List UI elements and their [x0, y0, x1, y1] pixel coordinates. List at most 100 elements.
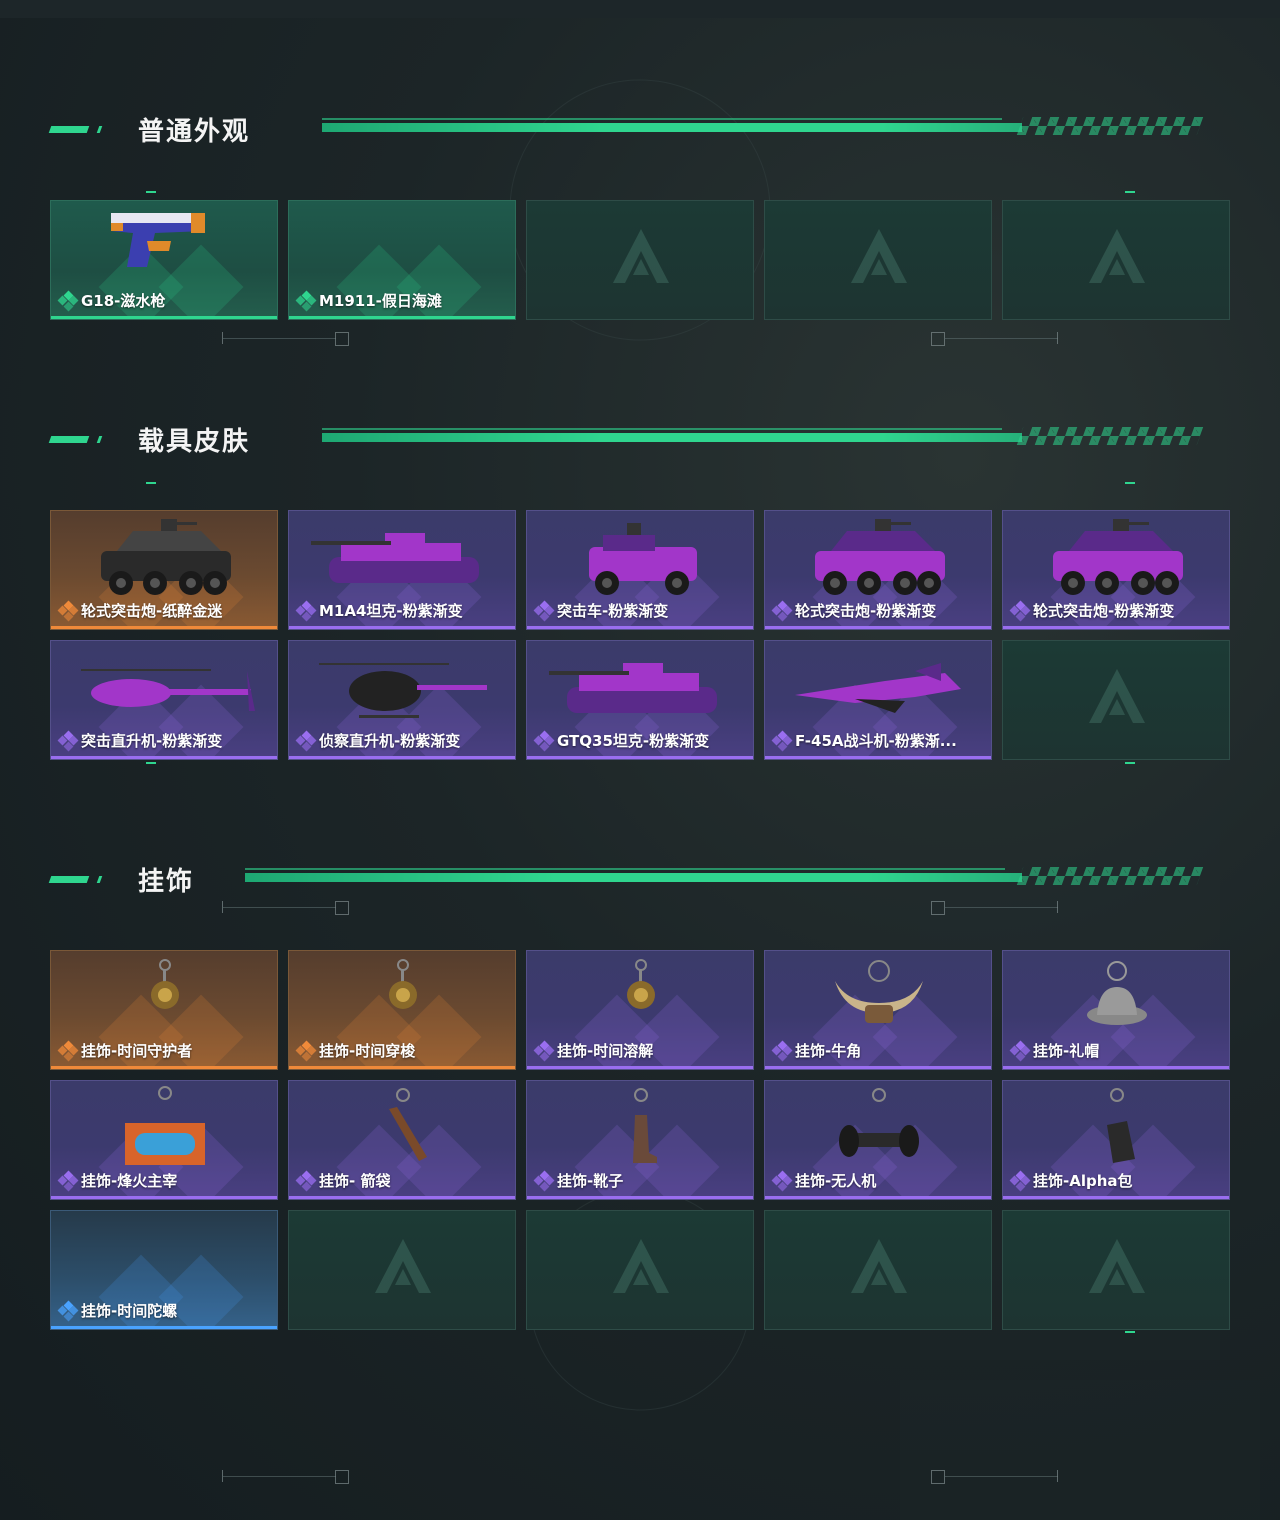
item-card[interactable]: M1911-假日海滩 — [288, 200, 516, 320]
item-label: M1911-假日海滩 — [295, 290, 442, 311]
deco-line — [944, 907, 1058, 908]
item-label: 挂饰-时间陀螺 — [57, 1300, 178, 1321]
item-card[interactable]: 挂饰-牛角 — [764, 950, 992, 1070]
charms-grid: 挂饰-时间守护者 挂饰-时间穿梭 挂饰-时间溶解 挂饰-牛角 挂饰-礼帽 挂饰-烽火主宰挂… — [50, 950, 1230, 1330]
charm-image — [627, 959, 655, 1009]
rarity-diamond-icon — [533, 1170, 555, 1191]
top-bar — [0, 0, 1280, 18]
corner-tick — [146, 762, 156, 764]
rarity-diamond-icon — [57, 290, 79, 311]
armored-car-image — [1053, 519, 1183, 595]
deco-tick — [1057, 901, 1058, 913]
placeholder-emblem-icon — [375, 1239, 431, 1293]
placeholder-emblem-icon — [1089, 229, 1145, 283]
attack-helicopter-image — [81, 669, 255, 711]
item-label: 挂饰-牛角 — [771, 1040, 861, 1061]
item-card[interactable]: 挂饰-时间陀螺 — [50, 1210, 278, 1330]
item-card[interactable]: F-45A战斗机-粉紫渐... — [764, 640, 992, 760]
item-name: 挂饰-时间守护者 — [81, 1042, 193, 1060]
deco-box — [335, 1470, 349, 1484]
item-label: M1A4坦克-粉紫渐变 — [295, 600, 463, 621]
rarity-diamond-icon — [295, 1170, 317, 1191]
section-header-normal-appearance: 普通外观 — [48, 115, 1230, 147]
drone-charm-image — [839, 1088, 919, 1157]
item-card[interactable]: G18-滋水枪 — [50, 200, 278, 320]
item-card[interactable]: 挂饰-靴子 — [526, 1080, 754, 1200]
header-line-thin — [322, 118, 1002, 120]
section-title: 载具皮肤 — [138, 427, 251, 457]
item-card[interactable]: 轮式突击炮-粉紫渐变 — [764, 510, 992, 630]
rarity-diamond-icon — [533, 600, 555, 621]
item-card[interactable]: M1A4坦克-粉紫渐变 — [288, 510, 516, 630]
rarity-diamond-icon — [295, 730, 317, 751]
item-name: 挂饰-靴子 — [557, 1172, 624, 1190]
empty-slot-card — [1002, 1210, 1230, 1330]
item-label: 挂饰-时间守护者 — [57, 1040, 193, 1061]
bag-charm-image — [1107, 1088, 1135, 1163]
item-card[interactable]: GTQ35坦克-粉紫渐变 — [526, 640, 754, 760]
item-label: 轮式突击炮-粉紫渐变 — [771, 600, 936, 621]
item-card[interactable]: 挂饰-时间穿梭 — [288, 950, 516, 1070]
empty-slot-card — [288, 1210, 516, 1330]
rarity-diamond-icon — [57, 1300, 79, 1321]
item-label: 挂饰-礼帽 — [1009, 1040, 1100, 1061]
item-name: 挂饰-礼帽 — [1033, 1042, 1100, 1060]
item-label: 挂饰-Alpha包 — [1009, 1170, 1133, 1191]
item-card[interactable]: 挂饰-时间溶解 — [526, 950, 754, 1070]
item-card[interactable]: 挂饰- 箭袋 — [288, 1080, 516, 1200]
tank-image — [549, 663, 717, 713]
header-accent-bar — [48, 436, 90, 443]
item-name: 挂饰-Alpha包 — [1033, 1172, 1133, 1190]
empty-slot-card — [1002, 200, 1230, 320]
item-name: 挂饰- 箭袋 — [319, 1172, 391, 1190]
hat-charm-image — [1087, 961, 1147, 1025]
charm-image — [389, 959, 417, 1009]
pistol-image — [111, 213, 205, 267]
rarity-diamond-icon — [771, 1170, 793, 1191]
item-name: GTQ35坦克-粉紫渐变 — [557, 732, 710, 750]
item-name: 侦察直升机-粉紫渐变 — [319, 732, 461, 750]
item-card[interactable]: 轮式突击炮-纸醉金迷 — [50, 510, 278, 630]
rarity-diamond-icon — [57, 730, 79, 751]
rarity-diamond-icon — [1009, 600, 1031, 621]
header-accent-mark — [96, 436, 103, 443]
header-accent-mark — [96, 126, 103, 133]
item-card[interactable]: 挂饰-烽火主宰 — [50, 1080, 278, 1200]
item-card[interactable]: 突击直升机-粉紫渐变 — [50, 640, 278, 760]
section-header-charms: 挂饰 — [48, 865, 1230, 897]
item-name: 突击车-粉紫渐变 — [557, 602, 669, 620]
placeholder-emblem-icon — [1089, 1239, 1145, 1293]
rarity-diamond-icon — [771, 1040, 793, 1061]
item-card[interactable]: 挂饰-时间守护者 — [50, 950, 278, 1070]
rarity-diamond-icon — [57, 1170, 79, 1191]
deco-box — [931, 1470, 945, 1484]
armored-car-image — [101, 519, 231, 595]
corner-tick — [1125, 191, 1135, 193]
item-label: 挂饰-烽火主宰 — [57, 1170, 177, 1191]
item-card[interactable]: 挂饰-礼帽 — [1002, 950, 1230, 1070]
item-card[interactable]: 侦察直升机-粉紫渐变 — [288, 640, 516, 760]
item-name: G18-滋水枪 — [81, 292, 166, 310]
item-label: 挂饰-无人机 — [771, 1170, 876, 1191]
item-name: 挂饰-时间溶解 — [557, 1042, 654, 1060]
item-card[interactable]: 轮式突击炮-粉紫渐变 — [1002, 510, 1230, 630]
item-name: 挂饰-时间陀螺 — [81, 1302, 178, 1320]
empty-slot-card — [526, 1210, 754, 1330]
item-card[interactable]: 挂饰-Alpha包 — [1002, 1080, 1230, 1200]
item-name: 突击直升机-粉紫渐变 — [81, 732, 223, 750]
deco-line — [944, 338, 1058, 339]
deco-box — [931, 332, 945, 346]
item-label: G18-滋水枪 — [57, 290, 166, 311]
quiver-charm-image — [389, 1088, 427, 1161]
corner-tick — [146, 482, 156, 484]
deco-box — [335, 901, 349, 915]
header-progress-bar — [322, 123, 1022, 132]
item-label: 轮式突击炮-纸醉金迷 — [57, 600, 222, 621]
item-name: M1911-假日海滩 — [319, 292, 442, 310]
item-card[interactable]: 挂饰-无人机 — [764, 1080, 992, 1200]
header-progress-bar — [322, 433, 1022, 442]
item-card[interactable]: 突击车-粉紫渐变 — [526, 510, 754, 630]
item-label: 突击直升机-粉紫渐变 — [57, 730, 223, 751]
armored-car-image — [815, 519, 945, 595]
item-label: 挂饰-时间穿梭 — [295, 1040, 415, 1061]
